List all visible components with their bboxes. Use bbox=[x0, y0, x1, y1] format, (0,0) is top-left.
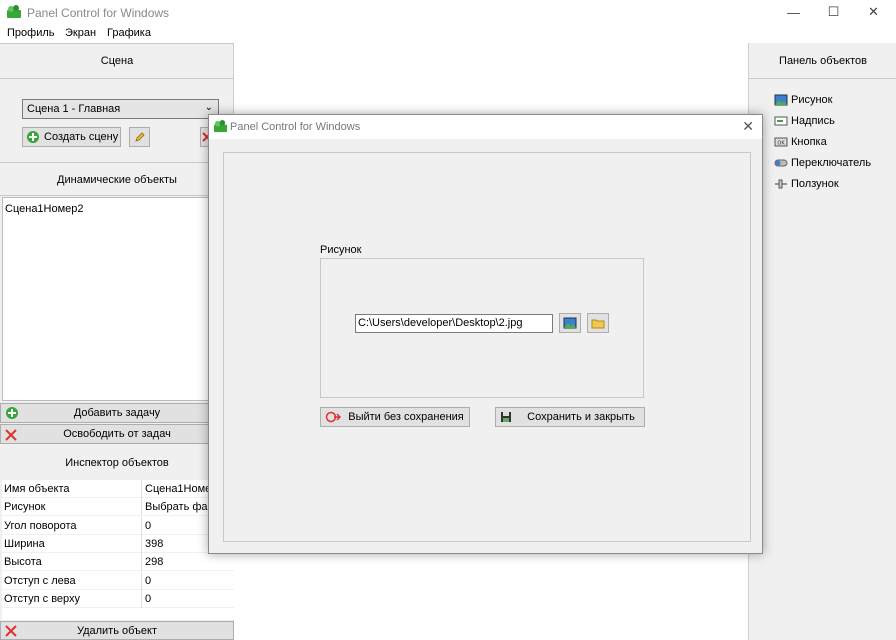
preview-image-button[interactable] bbox=[559, 313, 581, 333]
dialog-title: Panel Control for Windows bbox=[230, 121, 361, 133]
title-bar: Panel Control for Windows — ☐ ✕ bbox=[0, 0, 896, 24]
minimize-button[interactable]: — bbox=[771, 0, 816, 24]
file-path-input[interactable]: C:\Users\developer\Desktop\2.jpg bbox=[355, 314, 553, 333]
picture-dialog: Panel Control for Windows ✕ Рисунок C:\U… bbox=[208, 114, 763, 554]
maximize-button[interactable]: ☐ bbox=[811, 0, 856, 24]
dynamic-objects-list[interactable]: Сцена1Номер2 bbox=[2, 197, 232, 401]
picture-icon bbox=[563, 317, 577, 329]
delete-icon bbox=[5, 625, 17, 637]
scene-select-value: Сцена 1 - Главная bbox=[27, 103, 121, 115]
menu-bar: Профиль Экран Графика bbox=[0, 24, 896, 43]
property-grid: Имя объекта Сцена1Номер2 Рисунок Выбрать… bbox=[2, 480, 234, 620]
delete-object-button[interactable]: Удалить объект bbox=[0, 621, 234, 640]
tool-slider[interactable]: Ползунок bbox=[774, 178, 839, 190]
folder-icon bbox=[591, 319, 605, 329]
window-title: Panel Control for Windows bbox=[27, 6, 170, 20]
add-task-button[interactable]: Добавить задачу bbox=[0, 403, 234, 423]
delete-icon bbox=[5, 429, 17, 441]
property-row[interactable]: Угол поворота 0 bbox=[2, 517, 234, 535]
chevron-down-icon: ⌄ bbox=[204, 102, 213, 113]
tool-switch[interactable]: Переключатель bbox=[774, 157, 871, 169]
tool-button[interactable]: OK Кнопка bbox=[774, 136, 827, 148]
property-row[interactable]: Отступ с верху 0 bbox=[2, 590, 234, 608]
left-panel: Сцена Сцена 1 - Главная ⌄ Создать сцену … bbox=[0, 43, 234, 640]
menu-graphics[interactable]: Графика bbox=[107, 27, 151, 39]
svg-text:OK: OK bbox=[777, 141, 785, 147]
dialog-close-icon[interactable]: ✕ bbox=[742, 118, 754, 135]
release-tasks-button[interactable]: Освободить от задач bbox=[0, 424, 234, 444]
label-icon bbox=[774, 116, 788, 126]
tool-label[interactable]: Надпись bbox=[774, 115, 835, 127]
browse-folder-button[interactable] bbox=[587, 313, 609, 333]
property-row[interactable]: Имя объекта Сцена1Номер2 bbox=[2, 480, 234, 498]
property-row[interactable]: Ширина 398 bbox=[2, 535, 234, 553]
app-icon bbox=[214, 120, 227, 133]
menu-screen[interactable]: Экран bbox=[65, 27, 96, 39]
property-row[interactable]: Отступ с лева 0 bbox=[2, 572, 234, 590]
app-icon bbox=[7, 5, 21, 18]
inspector-header: Инспектор объектов bbox=[65, 457, 169, 469]
dialog-title-bar: Panel Control for Windows ✕ bbox=[209, 115, 762, 139]
close-button[interactable]: ✕ bbox=[851, 0, 896, 24]
objects-panel: Панель объектов Рисунок Надпись OK Кнопк… bbox=[748, 43, 896, 640]
save-and-close-button[interactable]: Сохранить и закрыть bbox=[495, 407, 645, 427]
exit-without-saving-button[interactable]: Выйти без сохранения bbox=[320, 407, 470, 427]
add-icon bbox=[27, 131, 39, 143]
tool-picture[interactable]: Рисунок bbox=[774, 94, 833, 106]
edit-scene-button[interactable] bbox=[129, 127, 150, 147]
button-icon: OK bbox=[774, 137, 788, 147]
picture-icon bbox=[774, 94, 788, 106]
picture-group-label: Рисунок bbox=[320, 244, 362, 256]
dynamic-objects-header: Динамические объекты bbox=[57, 174, 177, 186]
list-item[interactable]: Сцена1Номер2 bbox=[3, 198, 231, 220]
scene-select[interactable]: Сцена 1 - Главная ⌄ bbox=[22, 99, 219, 119]
add-icon bbox=[6, 407, 18, 419]
property-row[interactable]: Высота 298 bbox=[2, 553, 234, 571]
switch-icon bbox=[774, 159, 788, 167]
create-scene-button[interactable]: Создать сцену bbox=[22, 127, 121, 147]
scene-header: Сцена bbox=[100, 55, 134, 67]
pencil-icon bbox=[134, 132, 145, 142]
slider-icon bbox=[775, 179, 787, 189]
property-row[interactable]: Рисунок Выбрать файл bbox=[2, 498, 234, 516]
menu-profile[interactable]: Профиль bbox=[7, 27, 55, 39]
objects-panel-header: Панель объектов bbox=[779, 55, 867, 67]
